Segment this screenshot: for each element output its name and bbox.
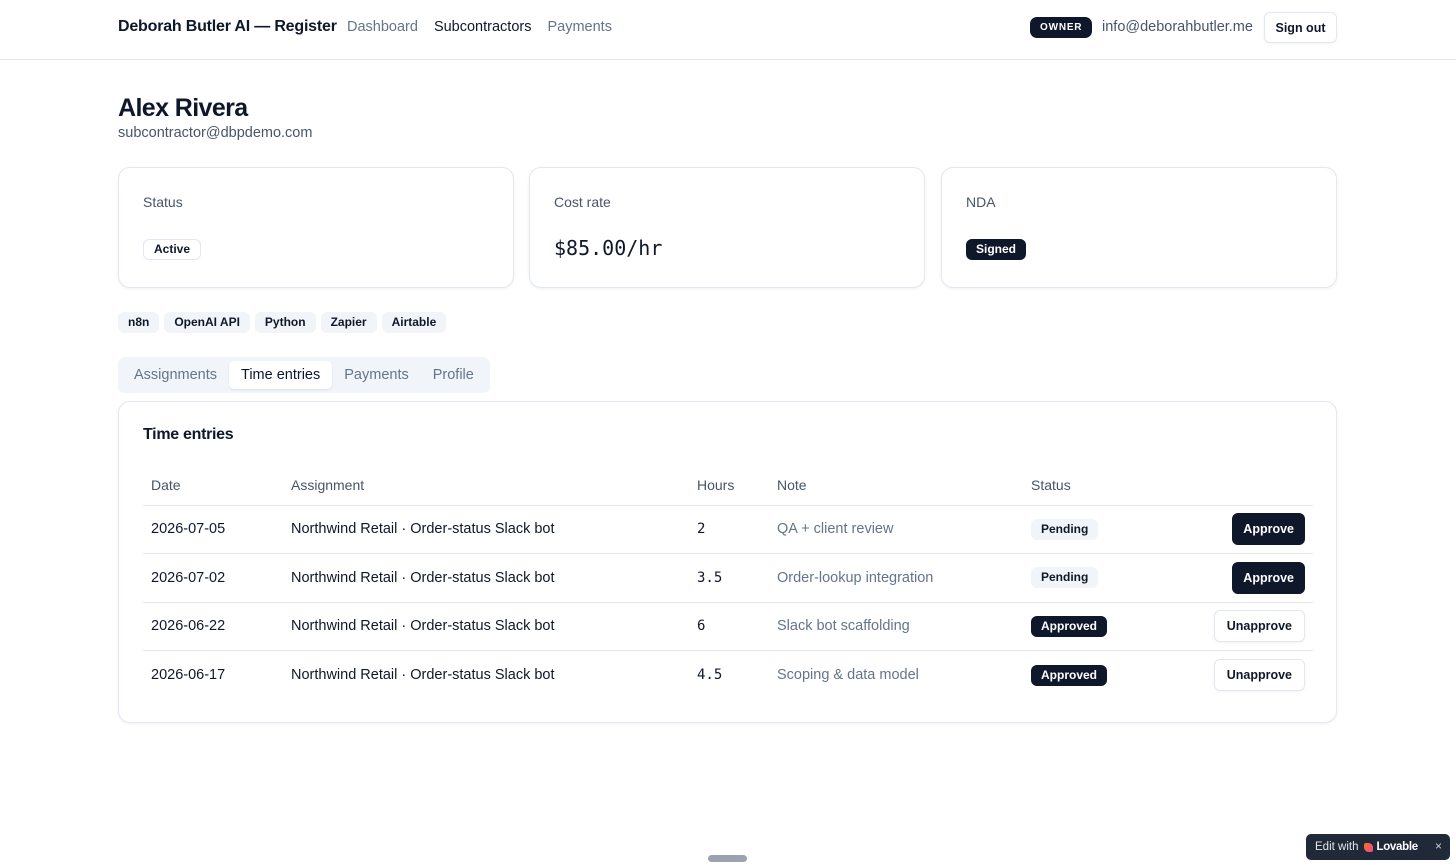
unapprove-button[interactable]: Unapprove: [1213, 610, 1305, 643]
status-card: Status Active: [118, 167, 514, 288]
cost-rate-value: $85.00/hr: [554, 236, 663, 260]
status-badge: Approved: [1031, 615, 1108, 637]
tab-assignments[interactable]: Assignments: [122, 361, 229, 389]
entry-hours: 2: [689, 505, 769, 554]
approve-button[interactable]: Approve: [1232, 513, 1305, 546]
entry-hours: 3.5: [689, 553, 769, 603]
status-badge: Approved: [1031, 664, 1108, 686]
entry-note: Slack bot scaffolding: [769, 602, 1023, 651]
unapprove-button[interactable]: Unapprove: [1213, 659, 1305, 691]
nda-card: NDA Signed: [941, 167, 1337, 288]
entry-action-cell: Approve: [1163, 505, 1313, 554]
entry-note: QA + client review: [769, 505, 1023, 554]
edit-with-label: Edit with: [1315, 841, 1359, 853]
time-entries-card: Time entries Date Assignment Hours Note …: [118, 401, 1337, 723]
table-row: 2026-06-22 Northwind Retail · Order-stat…: [143, 602, 1313, 651]
entry-status-cell: Approved: [1023, 651, 1163, 700]
close-icon[interactable]: ×: [1435, 839, 1442, 853]
table-row: 2026-07-02 Northwind Retail · Order-stat…: [143, 553, 1313, 603]
entry-assignment: Northwind Retail · Order-status Slack bo…: [291, 667, 555, 683]
table-header-row: Date Assignment Hours Note Status: [143, 465, 1313, 506]
scroll-handle[interactable]: [708, 855, 747, 862]
skill-tag: n8n: [118, 312, 160, 333]
subcontractor-email: subcontractor@dbpdemo.com: [118, 125, 313, 141]
nav-payments[interactable]: Payments: [547, 19, 611, 35]
status-card-label: Status: [143, 194, 183, 210]
entry-action-cell: Approve: [1163, 553, 1313, 603]
entry-assignment: Northwind Retail · Order-status Slack bo…: [283, 602, 689, 651]
time-entries-title: Time entries: [143, 426, 234, 443]
skill-tag: Python: [254, 312, 316, 333]
status-badge: Active: [143, 239, 202, 260]
entry-hours: 4.5: [697, 667, 723, 683]
top-navbar: Deborah Butler AI — Register Dashboard S…: [0, 0, 1456, 60]
entry-status-cell: Approved: [1023, 602, 1163, 651]
sign-out-button[interactable]: Sign out: [1264, 12, 1337, 43]
nda-card-label: NDA: [966, 194, 996, 210]
entry-date: 2026-06-17: [151, 667, 226, 683]
tab-time-entries[interactable]: Time entries: [229, 361, 333, 389]
entry-date: 2026-06-22: [143, 602, 283, 651]
skills-list: n8n OpenAI API Python Zapier Airtable: [118, 312, 447, 333]
tab-profile[interactable]: Profile: [421, 361, 486, 389]
lovable-logo-icon: [1364, 842, 1374, 852]
main-nav: Dashboard Subcontractors Payments: [347, 19, 628, 35]
role-badge: OWNER: [1030, 17, 1093, 38]
approve-button[interactable]: Approve: [1232, 561, 1305, 594]
time-entries-table: Date Assignment Hours Note Status 2026-0…: [143, 465, 1313, 699]
table-row: 2026-07-05 Northwind Retail · Order-stat…: [143, 505, 1313, 554]
subcontractor-name: Alex Rivera: [118, 94, 248, 122]
entry-assignment: Northwind Retail · Order-status Slack bo…: [283, 505, 689, 554]
skill-tag: Zapier: [320, 312, 377, 333]
entry-note: Scoping & data model: [777, 667, 919, 683]
entry-status-cell: Pending: [1023, 553, 1163, 603]
lovable-brand-label: Lovable: [1376, 841, 1418, 853]
skill-tag: OpenAI API: [164, 312, 250, 333]
status-badge: Pending: [1031, 567, 1099, 589]
skill-tag: Airtable: [381, 312, 447, 333]
user-email: info@deborahbutler.me: [1102, 19, 1253, 35]
edit-with-lovable-badge[interactable]: Edit with Lovable ×: [1306, 834, 1450, 860]
status-badge: Pending: [1031, 518, 1099, 540]
column-header-hours: Hours: [689, 465, 769, 506]
column-header-date: Date: [143, 465, 283, 506]
brand-title[interactable]: Deborah Butler AI — Register: [118, 18, 337, 36]
nav-dashboard[interactable]: Dashboard: [347, 19, 418, 35]
entry-date: 2026-07-05: [143, 505, 283, 554]
entry-assignment: Northwind Retail · Order-status Slack bo…: [283, 553, 689, 603]
table-row: 2026-06-17 Northwind Retail · Order-stat…: [143, 651, 1313, 700]
column-header-assignment: Assignment: [283, 465, 689, 506]
entry-hours: 6: [689, 602, 769, 651]
detail-tabs: Assignments Time entries Payments Profil…: [118, 357, 490, 393]
tab-payments[interactable]: Payments: [332, 361, 420, 389]
entry-date: 2026-07-02: [143, 553, 283, 603]
column-header-note: Note: [769, 465, 1023, 506]
entry-action-cell: Unapprove: [1163, 602, 1313, 651]
entry-status-cell: Pending: [1023, 505, 1163, 554]
nav-subcontractors[interactable]: Subcontractors: [434, 19, 532, 35]
nda-badge: Signed: [966, 239, 1027, 260]
entry-note: Order-lookup integration: [769, 553, 1023, 603]
cost-rate-label: Cost rate: [554, 194, 611, 210]
column-header-status: Status: [1023, 465, 1163, 506]
entry-action-cell: Unapprove: [1163, 651, 1313, 700]
column-header-actions: [1163, 465, 1313, 506]
cost-rate-card: Cost rate $85.00/hr: [529, 167, 925, 288]
